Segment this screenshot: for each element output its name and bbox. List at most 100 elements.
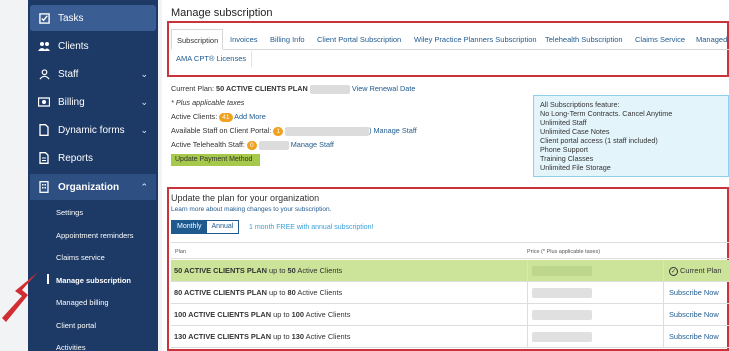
- sidebar-sub-client-portal[interactable]: Client portal: [56, 321, 156, 330]
- features-heading: All Subscriptions feature:: [540, 100, 620, 109]
- sidebar-item-reports[interactable]: Reports: [30, 145, 156, 171]
- plan-name: 100 ACTIVE CLIENTS PLAN: [174, 310, 272, 319]
- features-box: All Subscriptions feature: No Long-Term …: [533, 95, 729, 177]
- report-icon: [38, 152, 50, 164]
- sidebar-item-label: Billing: [58, 96, 85, 108]
- col-price: Price (* Plus applicable taxes): [527, 249, 601, 255]
- feature-item: Training Classes: [540, 154, 594, 163]
- current-plan-status: ✓ Current Plan: [669, 266, 722, 276]
- plan-name: 50 ACTIVE CLIENTS PLAN: [174, 266, 267, 275]
- chevron-up-icon: ⌃: [140, 182, 148, 192]
- sidebar-sub-settings[interactable]: Settings: [56, 208, 156, 217]
- plan-count: 50: [287, 266, 296, 275]
- tab-client-portal-subscription[interactable]: Client Portal Subscription: [312, 29, 401, 50]
- manage-staff-link[interactable]: ) Manage Staff: [369, 126, 417, 135]
- money-icon: [38, 96, 50, 108]
- plan-count: 80: [287, 288, 296, 297]
- users-icon: [38, 40, 50, 52]
- sidebar-item-label: Tasks: [58, 12, 84, 24]
- plan-count: 130: [291, 332, 304, 341]
- tab-invoices[interactable]: Invoices: [225, 29, 258, 50]
- feature-item: No Long-Term Contracts. Cancel Anytime: [540, 109, 673, 118]
- tab-telehealth-subscription[interactable]: Telehealth Subscription: [540, 29, 623, 50]
- building-icon: [38, 181, 50, 193]
- tab-billing-info[interactable]: Billing Info: [265, 29, 305, 50]
- subscribe-now-link[interactable]: Subscribe Now: [669, 310, 719, 319]
- sidebar-sub-manage-subscription[interactable]: Manage subscription: [56, 276, 156, 285]
- sidebar-item-label: Clients: [58, 40, 89, 52]
- current-plan-line: Current Plan: 50 ACTIVE CLIENTS PLAN Vie…: [171, 84, 415, 94]
- feature-item: Client portal access (1 staff included): [540, 136, 658, 145]
- active-marker: [47, 274, 49, 284]
- sidebar-item-clients[interactable]: Clients: [30, 33, 156, 59]
- sidebar-item-dynamic-forms[interactable]: Dynamic forms ⌄: [30, 117, 156, 143]
- portal-staff-line: Available Staff on Client Portal: 1 ) Ma…: [171, 126, 417, 136]
- redacted-price: [532, 310, 592, 320]
- tab-managed[interactable]: Managed: [691, 29, 727, 50]
- chevron-down-icon: ⌄: [140, 69, 148, 79]
- plan-upto: up to: [273, 310, 290, 319]
- current-plan-label: Current Plan:: [171, 84, 214, 93]
- document-icon: [38, 124, 50, 136]
- plan-suffix: Active Clients: [297, 288, 343, 297]
- active-clients-badge: 41: [219, 112, 233, 122]
- red-arrow-icon: [2, 272, 38, 322]
- plan-upto: up to: [269, 288, 286, 297]
- plans-title: Update the plan for your organization: [171, 193, 320, 203]
- portal-staff-badge: 1: [273, 126, 283, 136]
- feature-item: Phone Support: [540, 145, 588, 154]
- subscribe-now-link[interactable]: Subscribe Now: [669, 332, 719, 341]
- current-plan-name: 50 ACTIVE CLIENTS PLAN: [216, 84, 308, 93]
- feature-item: Unlimited Case Notes: [540, 127, 610, 136]
- sidebar-item-organization[interactable]: Organization ⌃: [30, 174, 156, 200]
- check-circle-icon: ✓: [669, 266, 678, 276]
- active-clients-label: Active Clients:: [171, 112, 218, 121]
- plan-suffix: Active Clients: [297, 266, 343, 275]
- annual-toggle[interactable]: Annual: [207, 221, 239, 233]
- redacted-value: [285, 126, 370, 136]
- plan-suffix: Active Clients: [305, 310, 351, 319]
- subscribe-now-link[interactable]: Subscribe Now: [669, 288, 719, 297]
- feature-item: Unlimited Staff: [540, 118, 587, 127]
- sidebar-item-tasks[interactable]: Tasks: [30, 5, 156, 31]
- plan-upto: up to: [273, 332, 290, 341]
- telehealth-line: Active Telehealth Staff: 0 Manage Staff: [171, 140, 334, 150]
- checkbox-icon: [38, 12, 50, 24]
- chevron-down-icon: ⌄: [140, 97, 148, 107]
- plans-table-header: Plan Price (* Plus applicable taxes): [171, 242, 729, 259]
- tab-wiley-practice-planners[interactable]: Wiley Practice Planners Subscription: [409, 29, 537, 50]
- sidebar-item-label: Reports: [58, 152, 94, 164]
- plan-name: 130 ACTIVE CLIENTS PLAN: [174, 332, 272, 341]
- learn-more-link[interactable]: Learn more about making changes to your …: [171, 206, 331, 213]
- plan-upto: up to: [269, 266, 286, 275]
- telehealth-manage-staff-link[interactable]: Manage Staff: [291, 140, 334, 149]
- person-icon: [38, 68, 50, 80]
- redacted-price: [532, 288, 592, 298]
- sidebar-sub-activities[interactable]: Activities: [56, 343, 156, 351]
- sidebar-item-staff[interactable]: Staff ⌄: [30, 61, 156, 87]
- price-cell: [527, 304, 664, 325]
- plan-name: 80 ACTIVE CLIENTS PLAN: [174, 288, 267, 297]
- tab-claims-service[interactable]: Claims Service: [630, 29, 685, 50]
- price-cell: [527, 260, 664, 281]
- telehealth-badge: 0: [247, 140, 257, 150]
- table-row: 130 ACTIVE CLIENTS PLAN up to 130 Active…: [171, 326, 729, 348]
- price-cell: [527, 326, 664, 347]
- sidebar-sub-appointment-reminders[interactable]: Appointment reminders: [56, 231, 156, 240]
- tab-subscription[interactable]: Subscription: [171, 29, 223, 50]
- sidebar-sub-claims-service[interactable]: Claims service: [56, 253, 156, 262]
- active-clients-line: Active Clients: 41 Add More: [171, 112, 266, 122]
- redacted-price: [532, 266, 592, 276]
- taxes-note: * Plus applicable taxes: [171, 98, 245, 107]
- sidebar-item-billing[interactable]: Billing ⌄: [30, 89, 156, 115]
- sidebar-item-label: Dynamic forms: [58, 124, 125, 136]
- col-plan: Plan: [175, 249, 187, 255]
- table-row: 80 ACTIVE CLIENTS PLAN up to 80 Active C…: [171, 282, 729, 304]
- add-more-link[interactable]: Add More: [234, 112, 266, 121]
- monthly-toggle[interactable]: Monthly: [172, 221, 207, 233]
- redacted-price: [532, 332, 592, 342]
- sidebar-sub-managed-billing[interactable]: Managed billing: [56, 298, 156, 307]
- update-payment-button[interactable]: Update Payment Method: [171, 154, 260, 166]
- view-renewal-link[interactable]: View Renewal Date: [352, 84, 416, 93]
- tab-ama-cpt-licenses[interactable]: AMA CPT® Licenses: [171, 51, 253, 67]
